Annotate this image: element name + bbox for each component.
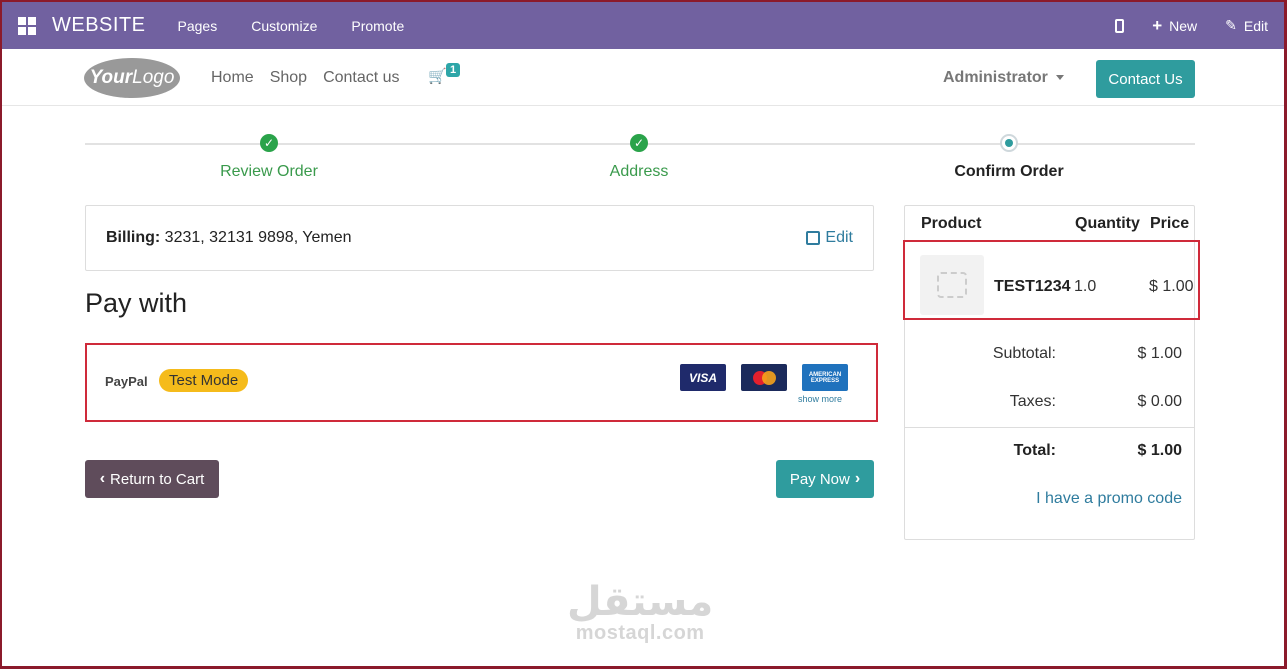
caret-down-icon — [1055, 75, 1064, 81]
product-price: $ 1.00 — [1149, 278, 1194, 295]
site-logo[interactable]: Your Logo — [84, 58, 180, 98]
apps-grid-icon[interactable] — [18, 16, 36, 35]
cart-count-badge: 1 — [446, 63, 461, 77]
payment-method-option[interactable]: PayPal Test Mode VISA AMERICAN EXPRESS s… — [85, 343, 878, 422]
promo-code-link[interactable]: I have a promo code — [1036, 490, 1182, 508]
new-button[interactable]: + New — [1152, 17, 1197, 34]
pay-label: Pay Now — [789, 470, 850, 488]
new-label: New — [1169, 17, 1198, 34]
mobile-icon — [1115, 18, 1125, 33]
edit-button[interactable]: ✎ Edit — [1225, 17, 1268, 34]
billing-label: Billing: — [106, 229, 161, 246]
edit-billing-link[interactable]: Edit — [806, 229, 853, 247]
contact-us-button[interactable]: Contact Us — [1096, 60, 1195, 98]
pay-with-heading: Pay with — [85, 288, 188, 318]
subtotal-label: Subtotal: — [992, 345, 1056, 362]
edit-icon — [806, 231, 821, 245]
step-label: Confirm Order — [954, 163, 1064, 180]
header-quantity: Quantity — [1075, 215, 1140, 232]
menu-pages[interactable]: Pages — [178, 18, 218, 34]
cart-link[interactable]: 🛒 1 — [428, 63, 461, 85]
product-quantity: 1.0 — [1074, 278, 1097, 295]
chevron-right-icon: › — [854, 470, 861, 487]
edit-label: Edit — [1243, 17, 1268, 34]
billing-info: Billing: 3231, 32131 9898, Yemen — [106, 229, 352, 247]
nav-home[interactable]: Home — [211, 69, 254, 87]
step-review-order[interactable]: ✓ Review Order — [219, 134, 319, 181]
menu-promote[interactable]: Promote — [351, 18, 404, 34]
chevron-left-icon: ‹ — [99, 470, 106, 487]
pay-now-button[interactable]: Pay Now › — [776, 460, 874, 498]
summary-divider — [905, 427, 1194, 428]
plus-icon: + — [1152, 16, 1163, 35]
header-price: Price — [1150, 215, 1190, 232]
payment-provider-name: PayPal — [105, 374, 148, 389]
taxes-value: $ 0.00 — [1137, 393, 1182, 410]
step-confirm-order: Confirm Order — [949, 134, 1069, 181]
admin-actions: + New ✎ Edit — [1115, 17, 1268, 34]
step-label: Review Order — [220, 163, 318, 180]
pencil-icon: ✎ — [1225, 17, 1237, 33]
admin-bar: WEBSITE Pages Customize Promote + New ✎ Ed… — [2, 2, 1284, 49]
browser-frame: WEBSITE Pages Customize Promote + New ✎ Ed… — [0, 0, 1287, 669]
total-value: $ 1.00 — [1137, 442, 1182, 459]
visa-card-icon: VISA — [680, 364, 726, 391]
nav-contact[interactable]: Contact us — [323, 69, 399, 87]
product-thumbnail — [920, 255, 984, 315]
menu-customize[interactable]: Customize — [251, 18, 317, 34]
test-mode-badge: Test Mode — [159, 369, 249, 392]
admin-menu: Pages Customize Promote — [178, 18, 405, 34]
nav-links: Home Shop Contact us — [211, 69, 406, 87]
radio-dot-icon — [1000, 134, 1018, 152]
nav-shop[interactable]: Shop — [270, 69, 307, 87]
logo-text: Logo — [132, 67, 175, 88]
header-product: Product — [921, 215, 982, 232]
subtotal-value: $ 1.00 — [1137, 345, 1182, 362]
return-to-cart-button[interactable]: ‹ Return to Cart — [85, 460, 219, 498]
product-row: TEST1234 1.0 $ 1.00 — [903, 240, 1200, 320]
show-more-link[interactable]: show more — [798, 394, 842, 404]
taxes-label: Taxes: — [1009, 393, 1056, 410]
site-nav: Your Logo Home Shop Contact us 🛒 1 Admini… — [2, 49, 1284, 106]
return-label: Return to Cart — [110, 470, 205, 488]
billing-value: 3231, 32131 9898, Yemen — [164, 229, 352, 246]
edit-billing-label: Edit — [825, 229, 853, 246]
step-address[interactable]: ✓ Address — [589, 134, 689, 181]
summary-header: Product Quantity Price — [905, 206, 1194, 242]
total-label: Total: — [1013, 442, 1056, 459]
website-brand[interactable]: WEBSITE — [52, 14, 146, 37]
mastercard-icon — [741, 364, 787, 391]
logo-text-bold: Your — [89, 67, 133, 88]
check-circle-icon: ✓ — [630, 134, 648, 152]
user-name: Administrator — [943, 69, 1048, 86]
billing-panel: Billing: 3231, 32131 9898, Yemen Edit — [85, 205, 874, 271]
watermark-latin: mostaql.com — [575, 622, 705, 644]
mobile-preview-button[interactable] — [1115, 18, 1125, 33]
amex-card-icon: AMERICAN EXPRESS — [802, 364, 848, 391]
check-circle-icon: ✓ — [260, 134, 278, 152]
cart-icon: 🛒 — [428, 68, 447, 85]
user-menu[interactable]: Administrator — [943, 69, 1064, 87]
watermark: مستقل mostaql.com — [567, 582, 713, 645]
product-name: TEST1234 — [994, 278, 1071, 295]
watermark-arabic: مستقل — [567, 580, 714, 624]
step-label: Address — [609, 163, 669, 180]
order-summary: Product Quantity Price TEST1234 1.0 $ 1.… — [903, 205, 1200, 540]
